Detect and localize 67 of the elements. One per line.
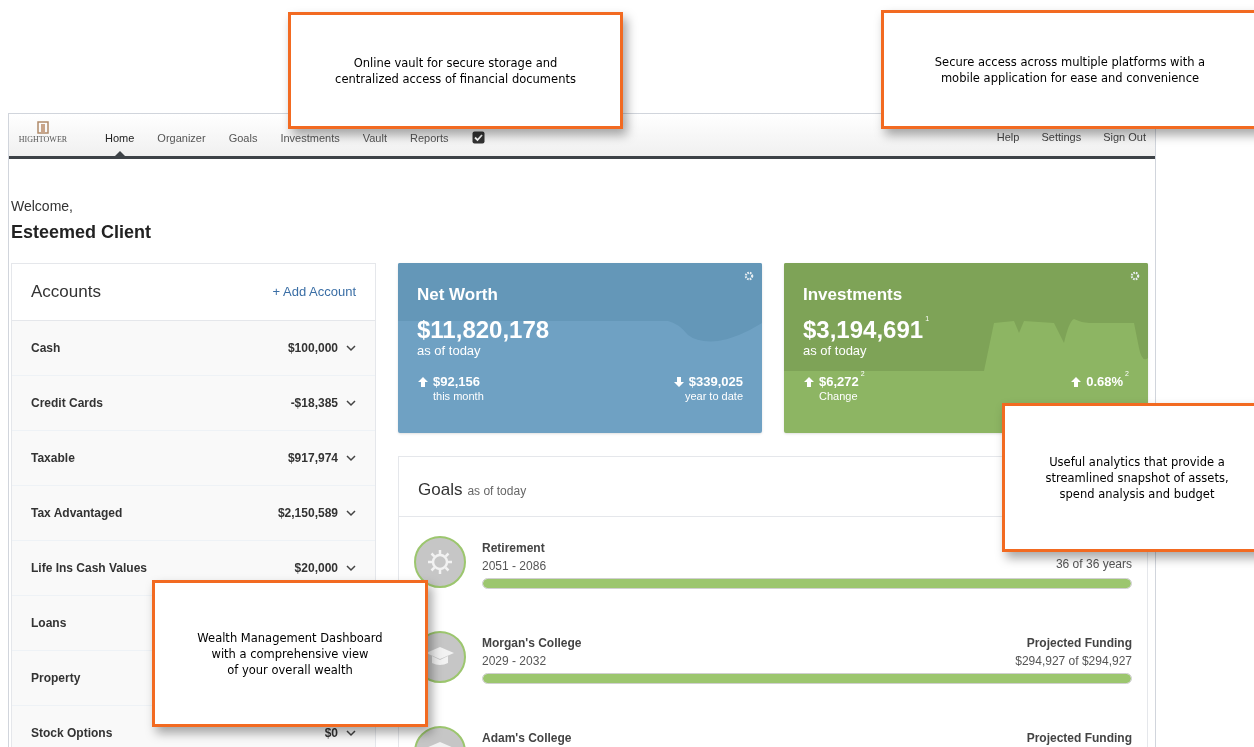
- nav-tab[interactable]: Organizer: [157, 131, 206, 144]
- account-label: Tax Advantaged: [31, 505, 123, 522]
- account-label: Taxable: [31, 450, 75, 467]
- client-name: Esteemed Client: [11, 221, 153, 244]
- chevron-down-icon: [346, 509, 356, 517]
- account-value: $0: [324, 725, 338, 742]
- change-value: $92,156: [433, 373, 480, 390]
- account-value: $917,974: [287, 450, 338, 467]
- account-label: Life Ins Cash Values: [31, 560, 148, 577]
- account-value: -$18,385: [290, 395, 338, 412]
- chevron-down-icon: [346, 564, 356, 572]
- change-value: $6,272$^{2}$: [819, 373, 865, 390]
- card-title: Net Worth: [417, 284, 499, 306]
- logo-text: HIGHTOWER: [18, 135, 68, 145]
- account-label: Loans: [31, 615, 67, 632]
- account-label: Cash: [31, 340, 61, 357]
- panel-title: Accounts: [31, 281, 101, 304]
- change-caption: year to date: [684, 389, 743, 402]
- settings-icon: [1130, 271, 1140, 281]
- nav-link[interactable]: Sign Out: [1103, 131, 1146, 143]
- nav-tab[interactable]: Vault: [362, 131, 387, 144]
- nav-tab[interactable]: Reports: [409, 131, 449, 144]
- account-label: Property: [31, 670, 81, 687]
- nav-tab[interactable]: Investments: [280, 131, 340, 144]
- change-caption: this month: [433, 389, 484, 402]
- funding-value: 36 of 36 years: [1055, 556, 1132, 573]
- goal-name: Morgan's College: [482, 635, 582, 652]
- funding-label: Projected Funding: [1026, 635, 1132, 652]
- nav-tab[interactable]: Home: [105, 131, 135, 144]
- change-caption: Change: [819, 389, 858, 402]
- change-value: $339,025: [688, 373, 743, 390]
- card-value: $11,820,178: [417, 315, 550, 344]
- nav-link[interactable]: Help: [996, 131, 1020, 143]
- chevron-down-icon: [346, 729, 356, 737]
- account-value: $20,000: [294, 560, 338, 577]
- card-subtitle: as of today: [803, 343, 868, 358]
- goal-years: 2029 - 2032: [482, 653, 548, 670]
- chevron-down-icon: [346, 399, 356, 407]
- add-account-link[interactable]: + Add Account: [272, 282, 356, 302]
- card-value: $3,194,691$^{1}$: [803, 315, 930, 344]
- account-label: Stock Options: [31, 725, 113, 742]
- chevron-down-icon: [346, 454, 356, 462]
- settings-icon: [744, 271, 754, 281]
- goal-years: 2051 - 2086: [482, 558, 547, 575]
- welcome-text: Welcome,: [11, 197, 74, 216]
- panel-subtitle: as of today: [467, 483, 527, 500]
- tower-logo-icon: [37, 121, 49, 134]
- callout-text: Wealth Management Dashboard with a comprehensive view of your overall wealth: [197, 629, 383, 678]
- nav-link[interactable]: Settings: [1041, 131, 1082, 143]
- funding-value: $294,927 of $294,927: [1015, 653, 1132, 670]
- change-value: 0.68%$^{2}$: [1086, 373, 1129, 390]
- account-label: Credit Cards: [31, 395, 104, 412]
- goal-name: Retirement: [482, 540, 546, 557]
- panel-title: Goals: [418, 479, 463, 501]
- callout-text: Useful analytics that provide a streamlined snapshot of assets, spend analysis and budget: [1045, 453, 1229, 502]
- card-subtitle: as of today: [417, 343, 482, 358]
- card-title: Investments: [803, 284, 904, 306]
- chevron-down-icon: [346, 344, 356, 352]
- nav-tab[interactable]: Goals: [228, 131, 258, 144]
- callout-text: Secure access across multiple platforms with a mobile application for ease and convenience: [934, 53, 1206, 86]
- goal-name: Adam's College: [482, 730, 572, 747]
- funding-label: Projected Funding: [1026, 730, 1132, 747]
- checkbox-icon: [471, 131, 485, 144]
- account-value: $100,000: [287, 340, 338, 357]
- gear-icon: [414, 536, 466, 588]
- account-value: $2,150,589: [277, 505, 338, 522]
- callout-text: Online vault for secure storage and centralized access of financial documents: [335, 54, 576, 87]
